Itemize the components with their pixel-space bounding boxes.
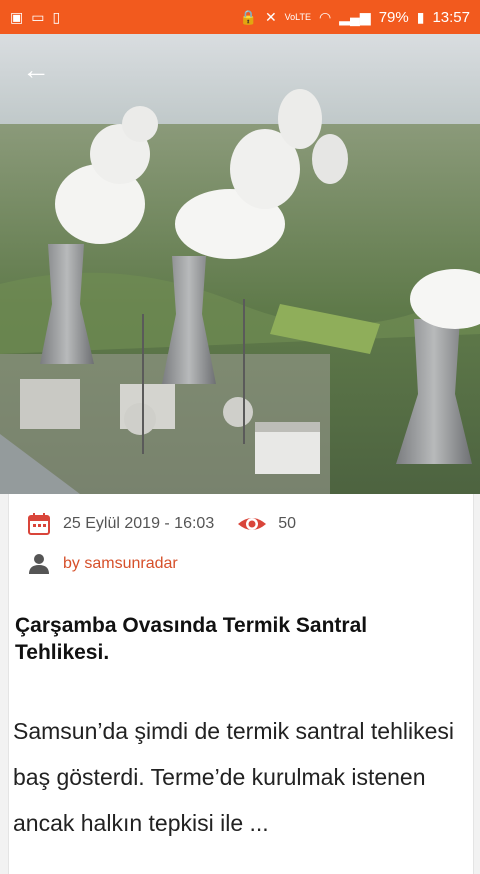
author-link[interactable]: by samsunradar [63,555,178,573]
hero-image [0,34,480,494]
date-row: 25 Eylül 2019 - 16:03 50 [27,512,296,536]
calendar-icon [28,513,50,535]
lock-icon: 🔒 [239,9,257,25]
status-left-icons: ▣ ▭ ▯ [10,10,60,24]
status-right-icons: 🔒 ✕ VoLTE ◠ ▂▄▆ 79% ▮ 13:57 [240,9,471,26]
signal-icon: ▂▄▆ [339,9,371,25]
battery-icon: ▮ [416,9,425,25]
eye-icon [238,518,267,530]
author-row: by samsunradar [27,552,178,576]
article-body: Samsun’da şimdi de termik santral tehlik… [13,718,455,836]
clock: 13:57 [432,8,470,26]
laptop-notification-icon: ▭ [31,9,45,25]
wifi-icon: ◠ [319,9,332,25]
volte-label: VoLTE [284,11,312,22]
article-card: 25 Eylül 2019 - 16:03 50 by samsunradar … [8,494,474,874]
gallery-notification-icon: ▣ [10,9,24,25]
mute-icon: ✕ [264,9,277,25]
article-date: 25 Eylül 2019 - 16:03 [63,515,215,532]
article-title: Çarşamba Ovasında Termik Santral Tehlike… [15,614,368,664]
person-icon [29,554,49,574]
view-count: 50 [278,515,297,532]
status-bar: ▣ ▭ ▯ 🔒 ✕ VoLTE ◠ ▂▄▆ 79% ▮ 13:57 [0,0,480,34]
back-arrow-icon[interactable]: ← [22,56,56,84]
tablet-notification-icon: ▯ [52,9,61,25]
battery-level: 79% [378,8,409,26]
power-plant-photo [0,34,480,494]
